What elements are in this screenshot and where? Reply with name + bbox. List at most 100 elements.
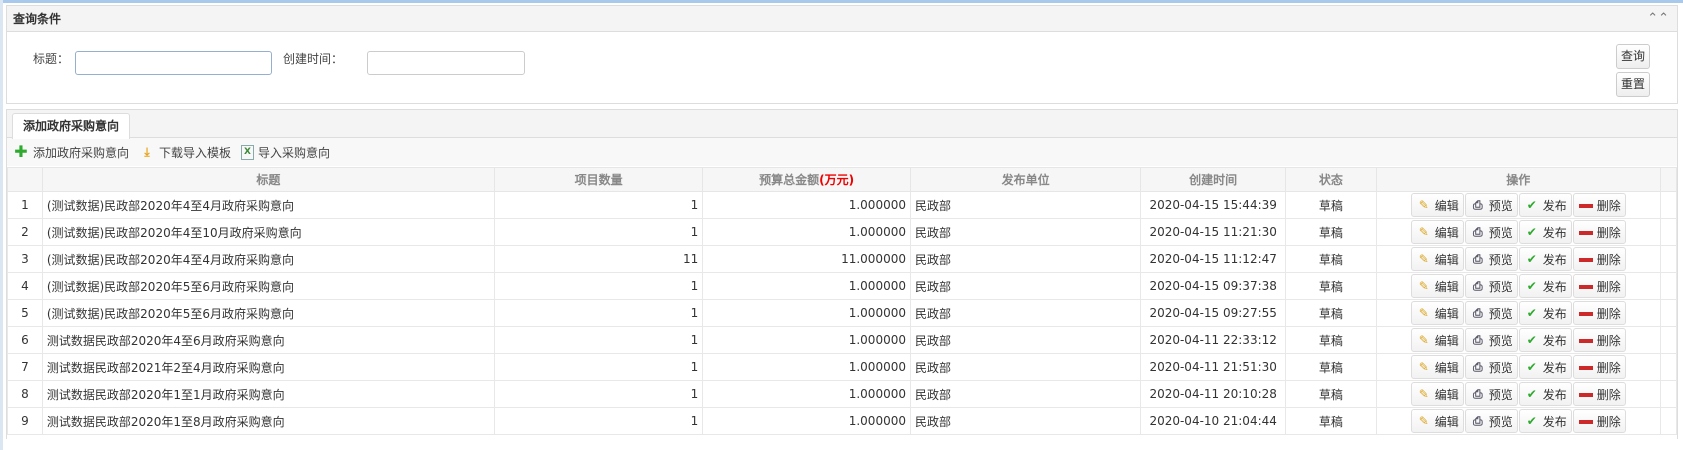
- delete-button[interactable]: 删除: [1572, 409, 1626, 433]
- add-intention-button[interactable]: ✚ 添加政府采购意向: [13, 144, 129, 161]
- edit-button[interactable]: ✎ 编辑: [1410, 355, 1464, 379]
- publish-button[interactable]: ✔ 发布: [1518, 301, 1572, 325]
- publish-button[interactable]: ✔ 发布: [1518, 193, 1572, 217]
- search-button[interactable]: 查询: [1616, 44, 1650, 69]
- delete-button[interactable]: 删除: [1572, 274, 1626, 298]
- row-budget: 1.000000: [702, 272, 911, 300]
- pencil-icon: ✎: [1418, 360, 1429, 374]
- row-unit: 民政部: [909, 380, 1142, 408]
- minus-icon: [1578, 386, 1594, 402]
- row-number: 7: [7, 353, 43, 381]
- delete-button[interactable]: 删除: [1572, 220, 1626, 244]
- preview-button[interactable]: ⎙ 预览: [1464, 274, 1518, 298]
- edit-button[interactable]: ✎ 编辑: [1410, 409, 1464, 433]
- delete-button[interactable]: 删除: [1572, 328, 1626, 352]
- row-time: 2020-04-15 09:37:38: [1140, 272, 1287, 300]
- publish-button[interactable]: ✔ 发布: [1518, 328, 1572, 352]
- col-budget[interactable]: 预算总金额(万元): [702, 167, 911, 192]
- preview-button[interactable]: ⎙ 预览: [1464, 409, 1518, 433]
- preview-button[interactable]: ⎙ 预览: [1464, 355, 1518, 379]
- row-qty: 11: [494, 245, 704, 273]
- publish-button[interactable]: ✔ 发布: [1518, 355, 1572, 379]
- excel-icon: X: [241, 144, 255, 160]
- printer-icon: ⎙: [1472, 387, 1483, 401]
- publish-button[interactable]: ✔ 发布: [1518, 274, 1572, 298]
- pencil-icon: ✎: [1418, 279, 1429, 293]
- col-title[interactable]: 标题: [41, 167, 496, 192]
- preview-button[interactable]: ⎙ 预览: [1464, 247, 1518, 271]
- table-row[interactable]: 6 测试数据民政部2020年4至6月政府采购意向 1 1.000000 民政部 …: [7, 326, 1677, 354]
- import-intention-button[interactable]: X 导入采购意向: [241, 144, 330, 161]
- col-status[interactable]: 状态: [1285, 167, 1377, 192]
- toolbar: ✚ 添加政府采购意向 ⤓ 下载导入模板 X 导入采购意向: [7, 138, 1677, 166]
- col-unit[interactable]: 发布单位: [909, 167, 1142, 192]
- table-row[interactable]: 3 (测试数据)民政部2020年4至4月政府采购意向 11 11.000000 …: [7, 245, 1677, 273]
- preview-button[interactable]: ⎙ 预览: [1464, 193, 1518, 217]
- row-budget: 1.000000: [702, 380, 911, 408]
- download-template-button[interactable]: ⤓ 下载导入模板: [139, 144, 231, 161]
- preview-button[interactable]: ⎙ 预览: [1464, 382, 1518, 406]
- pencil-icon: ✎: [1418, 252, 1429, 266]
- row-time: 2020-04-11 22:33:12: [1140, 326, 1287, 354]
- row-time: 2020-04-15 09:27:55: [1140, 299, 1287, 327]
- delete-button[interactable]: 删除: [1572, 382, 1626, 406]
- intention-table: 标题 项目数量 预算总金额(万元) 发布单位 创建时间 状态 操作 1 (测试数…: [7, 167, 1677, 435]
- table-row[interactable]: 4 (测试数据)民政部2020年5至6月政府采购意向 1 1.000000 民政…: [7, 272, 1677, 300]
- check-icon: ✔: [1526, 414, 1537, 428]
- publish-button[interactable]: ✔ 发布: [1518, 247, 1572, 271]
- row-budget: 1.000000: [702, 218, 911, 246]
- reset-button[interactable]: 重置: [1616, 72, 1650, 97]
- row-title: (测试数据)民政部2020年5至6月政府采购意向: [41, 272, 496, 300]
- table-row[interactable]: 1 (测试数据)民政部2020年4至4月政府采购意向 1 1.000000 民政…: [7, 191, 1677, 219]
- check-icon: ✔: [1526, 252, 1537, 266]
- col-qty[interactable]: 项目数量: [494, 167, 704, 192]
- preview-button[interactable]: ⎙ 预览: [1464, 301, 1518, 325]
- row-number: 3: [7, 245, 43, 273]
- publish-button[interactable]: ✔ 发布: [1518, 409, 1572, 433]
- edit-button[interactable]: ✎ 编辑: [1410, 301, 1464, 325]
- preview-button[interactable]: ⎙ 预览: [1464, 328, 1518, 352]
- row-title: (测试数据)民政部2020年5至6月政府采购意向: [41, 299, 496, 327]
- delete-button[interactable]: 删除: [1572, 301, 1626, 325]
- row-qty: 1: [494, 353, 704, 381]
- delete-button[interactable]: 删除: [1572, 247, 1626, 271]
- delete-button[interactable]: 删除: [1572, 193, 1626, 217]
- printer-icon: ⎙: [1472, 252, 1483, 266]
- table-row[interactable]: 9 测试数据民政部2020年1至8月政府采购意向 1 1.000000 民政部 …: [7, 407, 1677, 435]
- row-budget: 1.000000: [702, 326, 911, 354]
- row-number: 4: [7, 272, 43, 300]
- minus-icon: [1578, 278, 1594, 294]
- edit-button[interactable]: ✎ 编辑: [1410, 220, 1464, 244]
- edit-button[interactable]: ✎ 编辑: [1410, 193, 1464, 217]
- printer-icon: ⎙: [1472, 414, 1483, 428]
- tab-add-intention[interactable]: 添加政府采购意向: [12, 113, 131, 139]
- edit-button[interactable]: ✎ 编辑: [1410, 328, 1464, 352]
- edit-button[interactable]: ✎ 编辑: [1410, 247, 1464, 271]
- printer-icon: ⎙: [1472, 225, 1483, 239]
- table-row[interactable]: 8 测试数据民政部2020年1至1月政府采购意向 1 1.000000 民政部 …: [7, 380, 1677, 408]
- table-row[interactable]: 2 (测试数据)民政部2020年4至10月政府采购意向 1 1.000000 民…: [7, 218, 1677, 246]
- publish-button[interactable]: ✔ 发布: [1518, 382, 1572, 406]
- row-budget: 1.000000: [702, 191, 911, 219]
- title-label: 标题：: [33, 52, 70, 66]
- row-status: 草稿: [1285, 299, 1377, 327]
- row-time: 2020-04-10 21:04:44: [1140, 407, 1287, 435]
- delete-button[interactable]: 删除: [1572, 355, 1626, 379]
- edit-button[interactable]: ✎ 编辑: [1410, 382, 1464, 406]
- edit-button[interactable]: ✎ 编辑: [1410, 274, 1464, 298]
- col-time[interactable]: 创建时间: [1140, 167, 1287, 192]
- budget-unit: (万元): [819, 173, 855, 187]
- table-row[interactable]: 5 (测试数据)民政部2020年5至6月政府采购意向 1 1.000000 民政…: [7, 299, 1677, 327]
- table-row[interactable]: 7 测试数据民政部2021年2至4月政府采购意向 1 1.000000 民政部 …: [7, 353, 1677, 381]
- create-time-input[interactable]: [367, 51, 525, 75]
- publish-button[interactable]: ✔ 发布: [1518, 220, 1572, 244]
- printer-icon: ⎙: [1472, 279, 1483, 293]
- collapse-icon[interactable]: ⌃⌃: [1647, 6, 1669, 32]
- row-status: 草稿: [1285, 245, 1377, 273]
- pencil-icon: ✎: [1418, 306, 1429, 320]
- row-qty: 1: [494, 380, 704, 408]
- row-status: 草稿: [1285, 191, 1377, 219]
- printer-icon: ⎙: [1472, 333, 1483, 347]
- preview-button[interactable]: ⎙ 预览: [1464, 220, 1518, 244]
- title-input[interactable]: [75, 51, 272, 75]
